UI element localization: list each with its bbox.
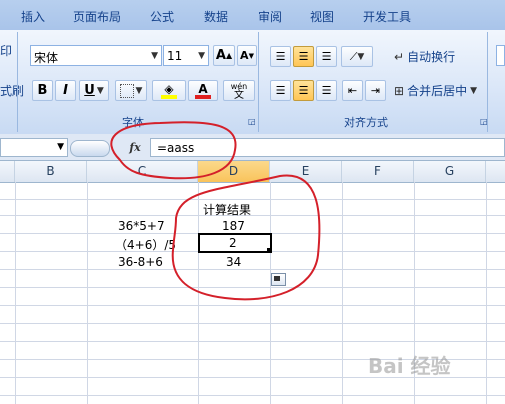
annotation-circle-formula bbox=[110, 121, 237, 180]
watermark-logo: Bai 经验 bbox=[368, 354, 451, 378]
annotation-overlay bbox=[110, 121, 321, 301]
annotation-circle-result bbox=[171, 174, 321, 301]
